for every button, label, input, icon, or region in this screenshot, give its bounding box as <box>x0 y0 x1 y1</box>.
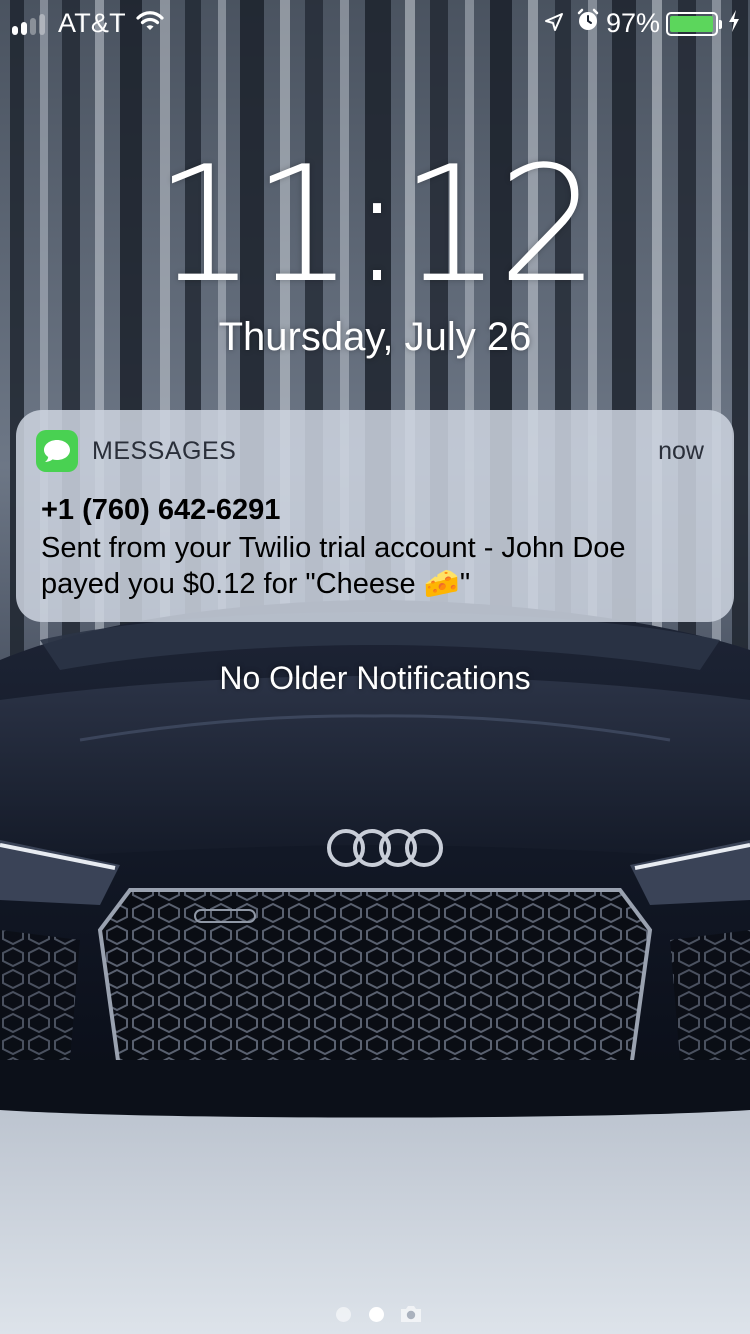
page-indicator[interactable] <box>0 1300 750 1328</box>
notification-header: MESSAGES now <box>36 430 704 472</box>
notification-sender: +1 (760) 642-6291 <box>41 494 281 526</box>
status-bar-right: 97% <box>544 8 740 39</box>
battery-percentage: 97% <box>605 8 660 38</box>
location-arrow-icon <box>544 8 564 39</box>
lock-screen: AT&T 97% 11:12 Thursday, July 26 MESSAGE… <box>0 0 750 1334</box>
charging-bolt-icon <box>728 8 740 39</box>
cellular-signal-icon <box>12 13 48 35</box>
alarm-icon <box>576 8 600 39</box>
status-bar-left: AT&T <box>12 8 164 39</box>
lock-screen-time: 11:12 <box>154 131 599 318</box>
page-dot-active[interactable] <box>369 1306 384 1322</box>
camera-icon[interactable] <box>399 1305 423 1323</box>
lock-screen-date: Thursday, July 26 <box>218 315 532 359</box>
notification-body: Sent from your Twilio trial account - Jo… <box>41 532 626 600</box>
battery-level-fill <box>670 15 713 32</box>
status-bar: AT&T 97% <box>0 0 750 46</box>
notification-timestamp: now <box>658 436 704 465</box>
battery-icon <box>666 11 722 36</box>
notification-app-name: MESSAGES <box>92 436 237 465</box>
message-notification[interactable]: MESSAGES now +1 (760) 642-6291 Sent from… <box>16 410 734 622</box>
page-dot[interactable] <box>336 1306 351 1322</box>
no-older-notifications-label: No Older Notifications <box>219 660 531 696</box>
carrier-name: AT&T <box>58 8 126 38</box>
wifi-icon <box>136 8 164 39</box>
messages-app-icon <box>36 430 78 472</box>
